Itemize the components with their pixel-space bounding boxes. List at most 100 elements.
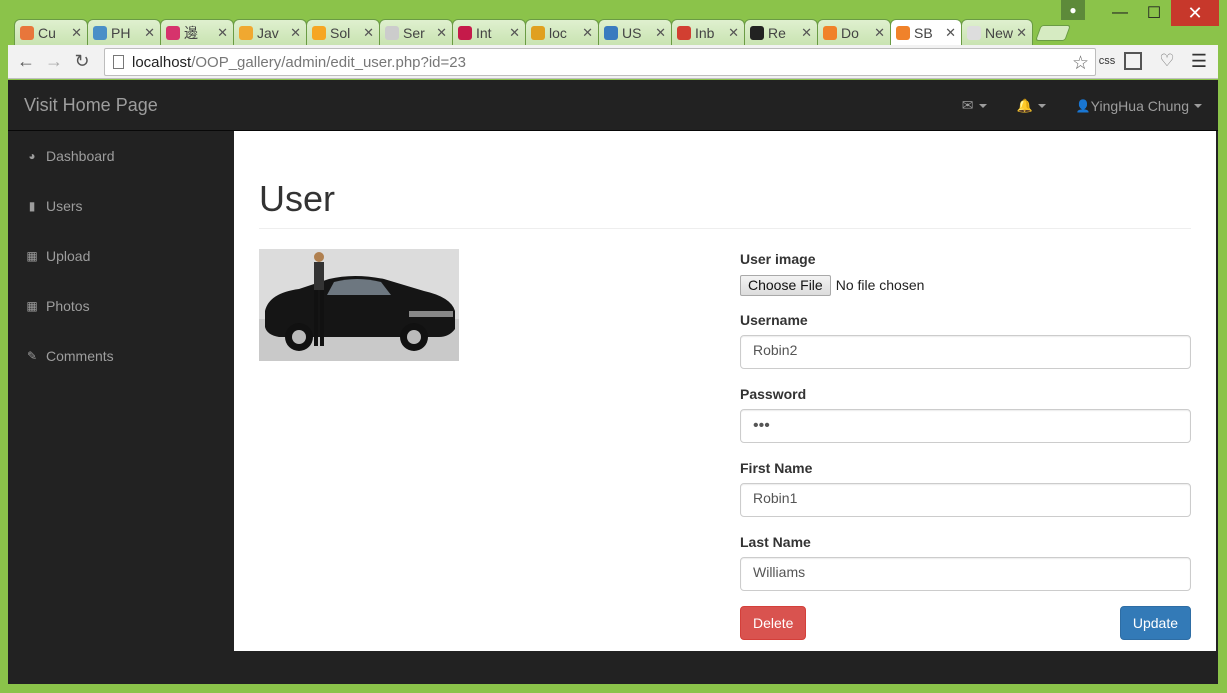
top-navbar: Visit Home Page ✉ 🔔 👤 YingHua Chung bbox=[8, 80, 1218, 131]
sidebar-item-photos[interactable]: ▦ Photos bbox=[8, 281, 234, 331]
back-arrow-icon[interactable]: ← bbox=[12, 48, 40, 76]
bar-chart-icon: ▮ bbox=[28, 199, 36, 213]
browser-tab[interactable]: Int ✕ bbox=[452, 19, 526, 45]
file-status-text: No file chosen bbox=[835, 277, 925, 293]
user-dropdown[interactable]: 👤 YingHua Chung bbox=[1076, 98, 1202, 114]
tab-title: Ser bbox=[403, 24, 425, 41]
tab-favicon-icon bbox=[896, 26, 910, 40]
browser-tab[interactable]: Sol ✕ bbox=[306, 19, 380, 45]
main-content: User User image Choose File No file chos… bbox=[234, 131, 1216, 651]
tab-favicon-icon bbox=[750, 25, 764, 40]
new-tab-button[interactable] bbox=[1035, 25, 1071, 41]
tab-close-icon[interactable]: ✕ bbox=[290, 25, 301, 41]
reload-icon[interactable]: ↻ bbox=[68, 48, 96, 76]
tab-favicon-icon bbox=[93, 25, 107, 40]
last-name-group: Last Name Williams bbox=[740, 532, 1191, 591]
messages-dropdown[interactable]: ✉ bbox=[962, 97, 987, 114]
maximize-icon[interactable]: ☐ bbox=[1137, 0, 1171, 26]
brand-link[interactable]: Visit Home Page bbox=[24, 95, 158, 116]
browser-tab[interactable]: New ✕ bbox=[961, 19, 1033, 45]
first-name-field[interactable]: Robin1 bbox=[740, 483, 1191, 517]
window-controls: ● — ☐ ✕ bbox=[1061, 0, 1219, 30]
extension-shield-icon[interactable] bbox=[1124, 52, 1142, 70]
tab-favicon-icon bbox=[239, 25, 253, 40]
tab-close-icon[interactable]: ✕ bbox=[363, 25, 374, 41]
sidebar-item-label: Comments bbox=[46, 348, 114, 364]
sidebar-item-users[interactable]: ▮ Users bbox=[8, 181, 234, 231]
tab-close-icon[interactable]: ✕ bbox=[71, 25, 82, 41]
browser-tab[interactable]: 邊 ✕ bbox=[160, 19, 234, 45]
bookmark-star-icon[interactable]: ☆ bbox=[1072, 52, 1089, 75]
caret-down-icon bbox=[978, 103, 987, 108]
tab-close-icon[interactable]: ✕ bbox=[217, 25, 228, 41]
choose-file-button[interactable]: Choose File bbox=[740, 274, 831, 296]
tab-title: loc bbox=[549, 24, 567, 41]
browser-tab[interactable]: Cu ✕ bbox=[14, 19, 88, 45]
tab-close-icon[interactable]: ✕ bbox=[728, 25, 739, 41]
tab-favicon-icon bbox=[312, 25, 326, 40]
browser-tab[interactable]: Do ✕ bbox=[817, 19, 891, 45]
chrome-menu-icon[interactable]: ☰ bbox=[1188, 50, 1210, 72]
tab-close-icon[interactable]: ✕ bbox=[945, 25, 956, 41]
sidebar-item-comments[interactable]: ✎ Comments bbox=[8, 331, 234, 381]
sidebar-item-label: Users bbox=[46, 198, 83, 214]
tab-favicon-icon bbox=[677, 25, 691, 40]
dashboard-icon: ◕ bbox=[28, 149, 36, 163]
alerts-dropdown[interactable]: 🔔 bbox=[1017, 98, 1046, 114]
tab-close-icon[interactable]: ✕ bbox=[509, 25, 520, 41]
url-path: /OOP_gallery/admin/edit_user.php?id=23 bbox=[191, 53, 466, 71]
file-input: Choose File No file chosen bbox=[740, 274, 1191, 296]
browser-tab[interactable]: Jav ✕ bbox=[233, 19, 307, 45]
close-window-icon[interactable]: ✕ bbox=[1171, 0, 1219, 26]
first-name-label: First Name bbox=[740, 460, 813, 476]
tab-title: Re bbox=[768, 24, 786, 41]
address-bar[interactable]: localhost/OOP_gallery/admin/edit_user.ph… bbox=[104, 48, 1096, 76]
css-extension-icon[interactable]: css bbox=[1096, 50, 1118, 72]
user-image bbox=[259, 249, 459, 361]
sidebar-item-label: Photos bbox=[46, 298, 90, 314]
tab-close-icon[interactable]: ✕ bbox=[582, 25, 593, 41]
tab-title: 邊 bbox=[184, 24, 198, 41]
extension-heart-shield-icon[interactable]: ♡ bbox=[1156, 50, 1178, 72]
browser-tab[interactable]: SB ✕ bbox=[890, 19, 962, 46]
browser-tab[interactable]: US ✕ bbox=[598, 19, 672, 45]
forward-arrow-icon[interactable]: → bbox=[40, 48, 68, 76]
tab-close-icon[interactable]: ✕ bbox=[801, 25, 812, 41]
minimize-icon[interactable]: — bbox=[1103, 0, 1137, 26]
tab-title: Sol bbox=[330, 24, 351, 41]
delete-button[interactable]: Delete bbox=[740, 606, 807, 640]
browser-tab[interactable]: Re ✕ bbox=[744, 19, 818, 45]
table-icon: ▦ bbox=[26, 249, 38, 263]
tab-close-icon[interactable]: ✕ bbox=[874, 25, 885, 41]
tab-close-icon[interactable]: ✕ bbox=[144, 25, 155, 41]
tab-title: Int bbox=[476, 24, 492, 41]
profile-icon[interactable]: ● bbox=[1061, 0, 1085, 20]
username-group: Username Robin2 bbox=[740, 310, 1191, 369]
tab-title: Inb bbox=[695, 24, 715, 41]
tab-close-icon[interactable]: ✕ bbox=[1016, 25, 1027, 41]
browser-tab[interactable]: Inb ✕ bbox=[671, 19, 745, 45]
page-icon bbox=[113, 55, 124, 69]
browser-tab[interactable]: loc ✕ bbox=[525, 19, 599, 45]
tab-favicon-icon bbox=[604, 25, 618, 40]
password-field[interactable]: ••• bbox=[740, 409, 1191, 443]
tab-title: Cu bbox=[38, 24, 56, 41]
sidebar-item-upload[interactable]: ▦ Upload bbox=[8, 231, 234, 281]
user-name: YingHua Chung bbox=[1090, 97, 1189, 114]
tab-favicon-icon bbox=[531, 25, 545, 40]
username-field[interactable]: Robin2 bbox=[740, 335, 1191, 369]
last-name-label: Last Name bbox=[740, 534, 811, 550]
table-icon: ▦ bbox=[26, 299, 38, 313]
username-label: Username bbox=[740, 312, 808, 328]
sidebar-item-dashboard[interactable]: ◕ Dashboard bbox=[8, 131, 234, 181]
last-name-field[interactable]: Williams bbox=[740, 557, 1191, 591]
browser-tab[interactable]: Ser ✕ bbox=[379, 19, 453, 45]
update-button[interactable]: Update bbox=[1119, 606, 1191, 640]
tab-close-icon[interactable]: ✕ bbox=[436, 25, 447, 41]
user-icon: 👤 bbox=[1075, 98, 1091, 113]
tab-close-icon[interactable]: ✕ bbox=[655, 25, 666, 41]
tab-favicon-icon bbox=[385, 25, 399, 40]
caret-down-icon bbox=[1037, 103, 1046, 108]
tab-favicon-icon bbox=[823, 25, 837, 40]
browser-tab[interactable]: PH ✕ bbox=[87, 19, 161, 45]
